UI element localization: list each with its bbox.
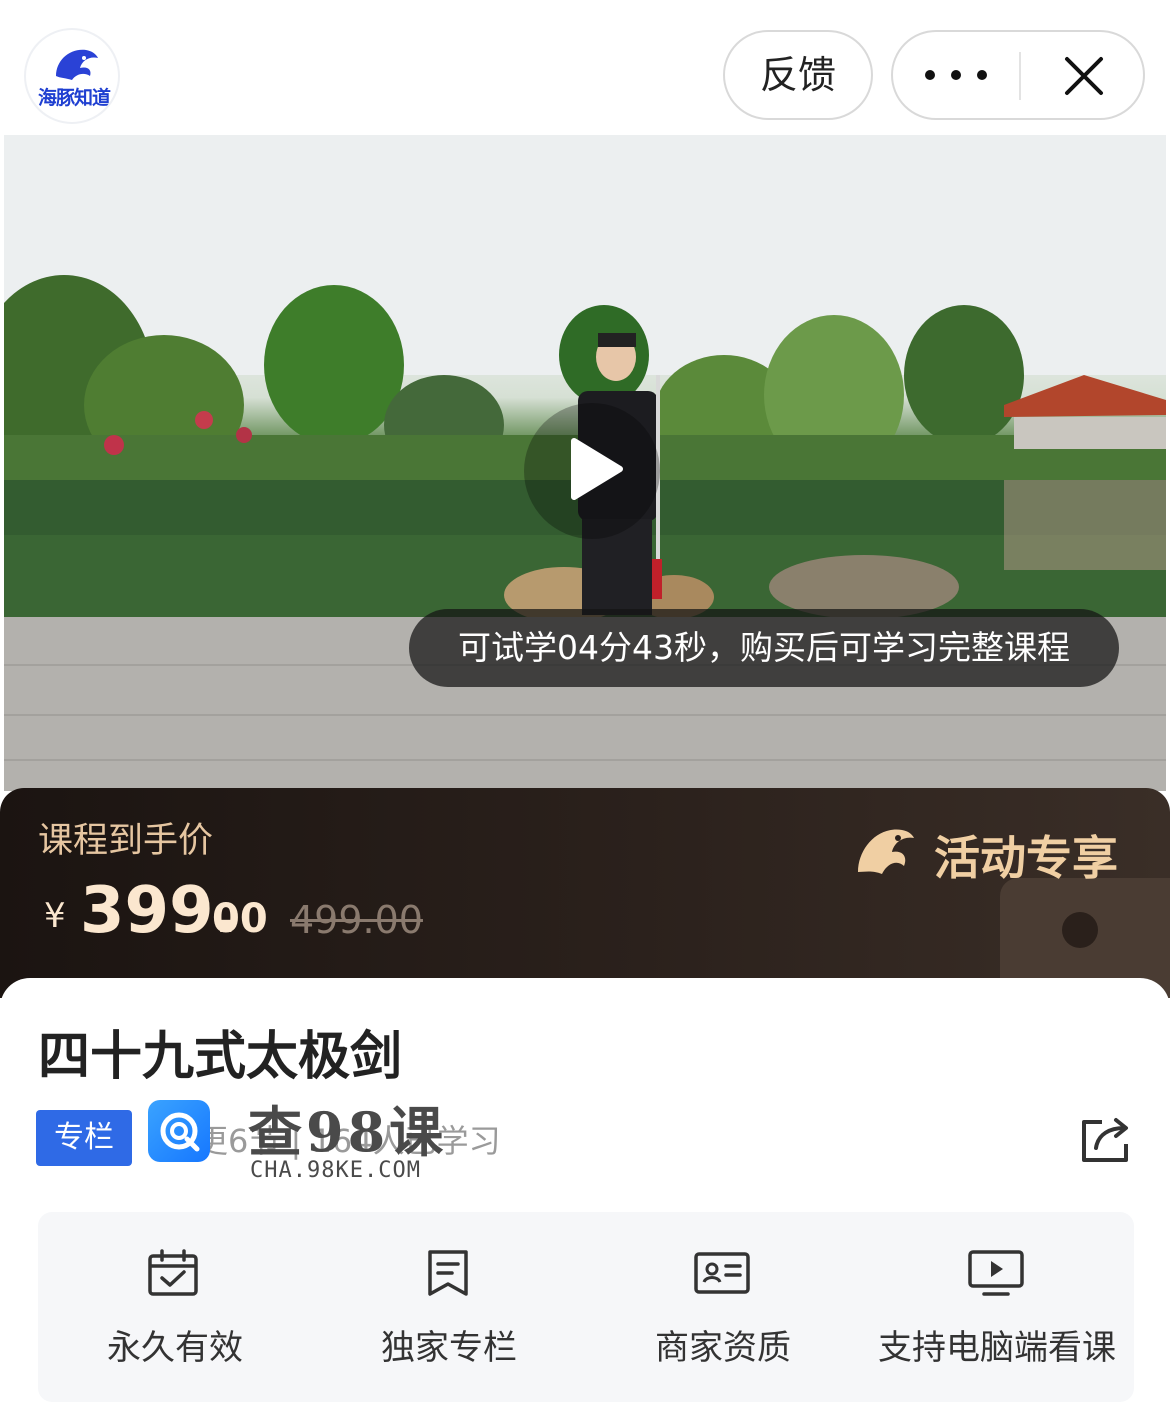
monitor-play-icon [968,1250,1024,1296]
price-currency: ¥ [44,896,66,936]
video-player[interactable]: 可试学04分43秒，购买后可学习完整课程 [4,135,1166,791]
watermark-logo [148,1100,210,1162]
logo-text: 海豚知道 [37,87,111,109]
search-q-icon [160,1112,200,1152]
banner-decoration-dot [1062,912,1098,948]
feedback-button[interactable]: 反馈 [723,30,873,120]
column-tag: 专栏 [36,1110,132,1166]
feature-qualification[interactable]: 商家资质 [586,1212,860,1402]
feature-label: 永久有效 [107,1328,243,1368]
top-bar: 海豚知道 反馈 [0,0,1170,135]
promo-label: 活动专享 [934,831,1118,885]
feature-exclusive: 独家专栏 [312,1212,586,1402]
capsule-menu [891,30,1145,120]
feature-label: 商家资质 [655,1328,791,1368]
dolphin-logo-icon [56,49,98,80]
close-icon [1065,57,1103,95]
feature-bar: 永久有效 独家专栏 商家资质 支持电脑端看课 [38,1212,1134,1402]
course-title: 四十九式太极剑 [38,1027,403,1087]
dolphin-icon [858,829,914,874]
id-card-icon [694,1252,750,1294]
bookmark-icon [428,1250,468,1296]
close-button[interactable] [1021,32,1145,118]
trial-tip: 可试学04分43秒，购买后可学习完整课程 [409,609,1119,687]
more-button[interactable] [893,32,1019,118]
feature-permanent: 永久有效 [38,1212,312,1402]
feature-label: 支持电脑端看课 [878,1328,1116,1368]
price-decimals: 00 [212,896,268,942]
course-card: 四十九式太极剑 专栏 更6节 | 164人已学习 查98课 CHA.98KE.C… [0,978,1170,1427]
feature-label: 独家专栏 [381,1328,517,1368]
price-banner: 课程到手价 ¥ 399. 00 499.00 活动专享 [0,788,1170,998]
feature-pc-support: 支持电脑端看课 [860,1212,1134,1402]
more-dots-icon [925,70,987,80]
share-icon[interactable] [1078,1114,1134,1164]
calendar-check-icon [148,1249,198,1296]
price-label: 课程到手价 [38,821,214,861]
original-price: 499.00 [290,898,423,942]
app-logo[interactable]: 海豚知道 [24,28,120,124]
play-icon [571,438,623,500]
play-button[interactable] [524,403,660,539]
watermark-url: CHA.98KE.COM [250,1158,421,1183]
watermark-text: 查98课 [248,1100,448,1164]
